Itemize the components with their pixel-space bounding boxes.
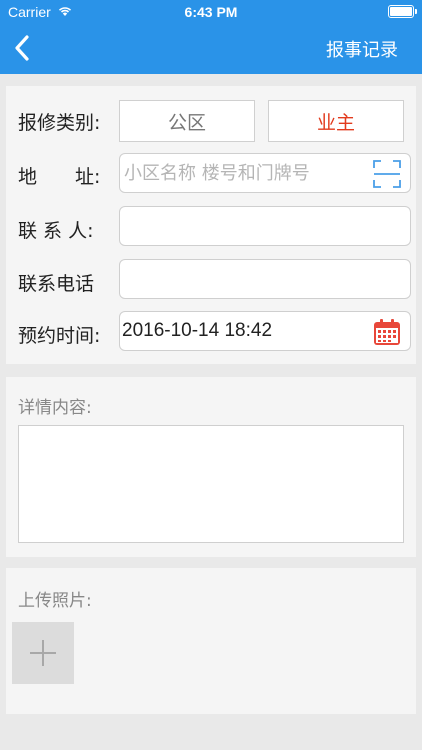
upload-section: 上传照片: [6, 568, 416, 714]
appointment-field[interactable]: 2016-10-14 18:42 [119, 311, 411, 351]
records-link[interactable]: 报事记录 [326, 36, 398, 62]
phone-field [119, 259, 411, 299]
appointment-value: 2016-10-14 18:42 [122, 320, 273, 341]
upload-label: 上传照片: [18, 591, 92, 611]
address-field [119, 153, 411, 193]
contact-input[interactable] [120, 207, 410, 245]
category-public-button[interactable]: 公区 [119, 100, 255, 142]
address-label: 地 址: [18, 166, 101, 188]
calendar-icon[interactable] [372, 317, 402, 347]
back-button[interactable] [8, 32, 36, 64]
category-owner-button[interactable]: 业主 [268, 100, 404, 142]
address-input[interactable] [120, 154, 410, 192]
details-label: 详情内容: [18, 398, 92, 418]
scan-icon[interactable] [372, 159, 402, 189]
status-bar: Carrier 6:43 PM [0, 0, 422, 24]
clock: 6:43 PM [184, 4, 238, 20]
details-textarea[interactable] [19, 426, 403, 542]
appointment-label: 预约时间: [18, 325, 101, 347]
phone-label: 联系电话 [18, 273, 95, 295]
battery-icon [388, 5, 417, 18]
add-photo-button[interactable] [12, 622, 74, 684]
details-section: 详情内容: [6, 377, 416, 557]
contact-label: 联 系 人: [18, 220, 94, 242]
category-label: 报修类别: [18, 112, 101, 134]
chevron-left-icon [15, 35, 29, 61]
nav-header: Carrier 6:43 PM 报事记录 [0, 0, 422, 74]
plus-icon [30, 640, 56, 666]
details-field [18, 425, 404, 543]
repair-form: 报修类别: 公区 业主 地 址: 联 系 人: 联系电话 预约时间: 2016-… [6, 86, 416, 364]
phone-input[interactable] [120, 260, 410, 298]
contact-field [119, 206, 411, 246]
